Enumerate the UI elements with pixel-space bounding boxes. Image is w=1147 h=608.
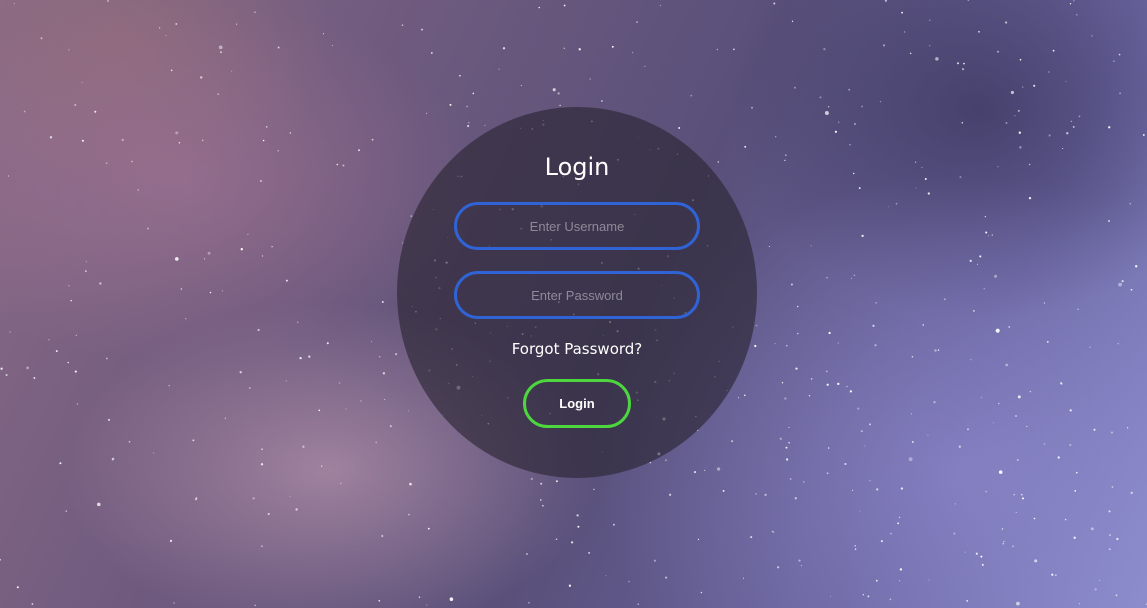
forgot-password-link[interactable]: Forgot Password?: [397, 339, 757, 359]
login-title: Login: [544, 153, 610, 181]
username-input[interactable]: [454, 202, 700, 250]
password-input[interactable]: [454, 271, 700, 319]
login-button[interactable]: Login: [523, 379, 631, 428]
